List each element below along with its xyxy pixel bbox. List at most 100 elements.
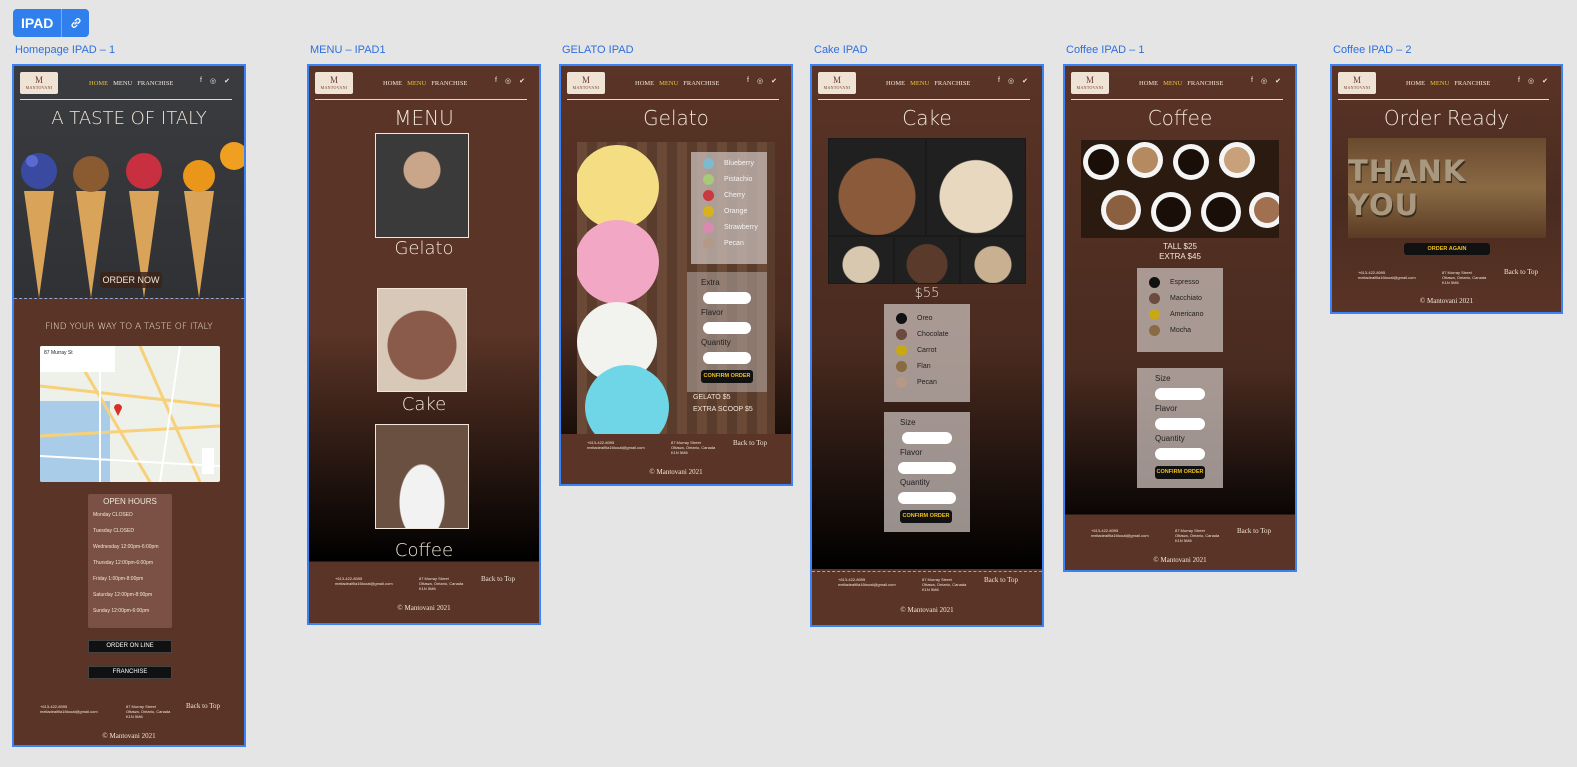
logo[interactable]: M MANTOVANI bbox=[20, 72, 58, 94]
flavor-option[interactable]: Pecan bbox=[896, 377, 937, 388]
nav-franchise-link[interactable]: FRANCHISE bbox=[683, 80, 719, 87]
nav-home-link[interactable]: HOME bbox=[383, 80, 402, 87]
flavor-option[interactable]: Americano bbox=[1149, 309, 1203, 320]
nav-menu-link[interactable]: MENU bbox=[910, 80, 929, 87]
artboard-label-menu[interactable]: MENU – IPAD1 bbox=[310, 44, 386, 56]
artboard-label-homepage[interactable]: Homepage IPAD – 1 bbox=[15, 44, 115, 56]
cake-photo-4[interactable] bbox=[895, 237, 959, 283]
logo[interactable]: M MANTOVANI bbox=[315, 72, 353, 94]
confirm-order-button[interactable]: CONFIRM ORDER bbox=[1155, 466, 1205, 479]
flavor-input[interactable] bbox=[898, 462, 956, 474]
artboard-coffee-2[interactable]: M MANTOVANI HOME MENU FRANCHISE f ◎ ✔ Order… bbox=[1330, 64, 1563, 314]
cake-photo-5[interactable] bbox=[961, 237, 1025, 283]
instagram-icon[interactable]: ◎ bbox=[210, 77, 216, 85]
twitter-icon[interactable]: ✔ bbox=[1542, 77, 1548, 85]
back-to-top-link[interactable]: Back to Top bbox=[481, 575, 515, 583]
nav-menu-link[interactable]: MENU bbox=[1163, 80, 1182, 87]
back-to-top-link[interactable]: Back to Top bbox=[186, 702, 220, 710]
group-label-button[interactable]: IPAD bbox=[13, 9, 61, 37]
twitter-icon[interactable]: ✔ bbox=[519, 77, 525, 85]
link-icon[interactable] bbox=[61, 9, 89, 37]
flavor-option[interactable]: Macchiato bbox=[1149, 293, 1202, 304]
artboard-label-coffee-1[interactable]: Coffee IPAD – 1 bbox=[1066, 44, 1144, 56]
instagram-icon[interactable]: ◎ bbox=[1008, 77, 1014, 85]
flavor-option[interactable]: Mocha bbox=[1149, 325, 1191, 336]
nav-home-link[interactable]: HOME bbox=[1406, 80, 1425, 87]
facebook-icon[interactable]: f bbox=[998, 77, 1000, 85]
artboard-menu[interactable]: M MANTOVANI HOME MENU FRANCHISE f ◎ ✔ MENU … bbox=[307, 64, 541, 625]
flavor-option[interactable]: Flan bbox=[896, 361, 931, 372]
twitter-icon[interactable]: ✔ bbox=[1275, 77, 1281, 85]
nav-menu-link[interactable]: MENU bbox=[659, 80, 678, 87]
order-online-button[interactable]: ORDER ON LINE bbox=[88, 640, 172, 653]
back-to-top-link[interactable]: Back to Top bbox=[1237, 527, 1271, 535]
gelato-photo[interactable] bbox=[375, 133, 469, 238]
order-again-button[interactable]: ORDER AGAIN bbox=[1404, 243, 1490, 255]
twitter-icon[interactable]: ✔ bbox=[1022, 77, 1028, 85]
nav-franchise-link[interactable]: FRANCHISE bbox=[1187, 80, 1223, 87]
quantity-input[interactable] bbox=[1155, 448, 1205, 460]
flavor-option[interactable]: Espresso bbox=[1149, 277, 1199, 288]
nav-home-link[interactable]: HOME bbox=[89, 80, 108, 87]
quantity-input[interactable] bbox=[898, 492, 956, 504]
flavor-option[interactable]: Chocolate bbox=[896, 329, 949, 340]
confirm-order-button[interactable]: CONFIRM ORDER bbox=[701, 370, 753, 383]
cake-photo-3[interactable] bbox=[829, 237, 893, 283]
artboard-coffee-1[interactable]: M MANTOVANI HOME MENU FRANCHISE f ◎ ✔ Coffe… bbox=[1063, 64, 1297, 572]
facebook-icon[interactable]: f bbox=[495, 77, 497, 85]
cake-photo[interactable] bbox=[377, 288, 467, 392]
extra-input[interactable] bbox=[703, 292, 751, 304]
size-input[interactable] bbox=[1155, 388, 1205, 400]
flavor-option[interactable]: Blueberry bbox=[703, 158, 754, 169]
artboard-label-coffee-2[interactable]: Coffee IPAD – 2 bbox=[1333, 44, 1411, 56]
artboard-label-gelato[interactable]: GELATO IPAD bbox=[562, 44, 634, 56]
back-to-top-link[interactable]: Back to Top bbox=[984, 576, 1018, 584]
menu-item-cake[interactable]: Cake bbox=[309, 394, 539, 415]
facebook-icon[interactable]: f bbox=[1251, 77, 1253, 85]
artboard-homepage[interactable]: M MANTOVANI HOME MENU FRANCHISE f ◎ ✔ A TAS… bbox=[12, 64, 246, 747]
nav-home-link[interactable]: HOME bbox=[1139, 80, 1158, 87]
facebook-icon[interactable]: f bbox=[200, 77, 202, 85]
nav-home-link[interactable]: HOME bbox=[886, 80, 905, 87]
flavor-option[interactable]: Strawberry bbox=[703, 222, 758, 233]
nav-franchise-link[interactable]: FRANCHISE bbox=[431, 80, 467, 87]
instagram-icon[interactable]: ◎ bbox=[1261, 77, 1267, 85]
quantity-input[interactable] bbox=[703, 352, 751, 364]
logo[interactable]: M MANTOVANI bbox=[1338, 72, 1376, 94]
location-map[interactable]: 87 Murray St bbox=[40, 346, 220, 482]
artboard-label-cake[interactable]: Cake IPAD bbox=[814, 44, 868, 56]
artboard-cake[interactable]: M MANTOVANI HOME MENU FRANCHISE f ◎ ✔ Cake … bbox=[810, 64, 1044, 627]
flavor-option[interactable]: Orange bbox=[703, 206, 747, 217]
flavor-input[interactable] bbox=[1155, 418, 1205, 430]
instagram-icon[interactable]: ◎ bbox=[1528, 77, 1534, 85]
nav-franchise-link[interactable]: FRANCHISE bbox=[137, 80, 173, 87]
logo[interactable]: M MANTOVANI bbox=[818, 72, 856, 94]
logo[interactable]: M MANTOVANI bbox=[1071, 72, 1109, 94]
facebook-icon[interactable]: f bbox=[747, 77, 749, 85]
cake-photo-2[interactable] bbox=[927, 139, 1025, 235]
logo[interactable]: M MANTOVANI bbox=[567, 72, 605, 94]
flavor-option[interactable]: Pistachio bbox=[703, 174, 752, 185]
menu-item-coffee[interactable]: Coffee bbox=[309, 540, 539, 561]
cake-photo-1[interactable] bbox=[829, 139, 925, 235]
nav-menu-link[interactable]: MENU bbox=[1430, 80, 1449, 87]
nav-home-link[interactable]: HOME bbox=[635, 80, 654, 87]
size-input[interactable] bbox=[902, 432, 952, 444]
franchise-button[interactable]: FRANCHISE bbox=[88, 666, 172, 679]
twitter-icon[interactable]: ✔ bbox=[224, 77, 230, 85]
menu-item-gelato[interactable]: Gelato bbox=[309, 238, 539, 259]
instagram-icon[interactable]: ◎ bbox=[757, 77, 763, 85]
nav-franchise-link[interactable]: FRANCHISE bbox=[934, 80, 970, 87]
twitter-icon[interactable]: ✔ bbox=[771, 77, 777, 85]
facebook-icon[interactable]: f bbox=[1518, 77, 1520, 85]
instagram-icon[interactable]: ◎ bbox=[505, 77, 511, 85]
nav-menu-link[interactable]: MENU bbox=[407, 80, 426, 87]
back-to-top-link[interactable]: Back to Top bbox=[1504, 268, 1538, 276]
flavor-option[interactable]: Pecan bbox=[703, 238, 744, 249]
artboard-gelato[interactable]: M MANTOVANI HOME MENU FRANCHISE f ◎ ✔ Gelat… bbox=[559, 64, 793, 486]
order-now-button[interactable]: ORDER NOW bbox=[100, 272, 162, 288]
flavor-option[interactable]: Carrot bbox=[896, 345, 936, 356]
nav-menu-link[interactable]: MENU bbox=[113, 80, 132, 87]
back-to-top-link[interactable]: Back to Top bbox=[733, 439, 767, 447]
confirm-order-button[interactable]: CONFIRM ORDER bbox=[900, 510, 952, 523]
